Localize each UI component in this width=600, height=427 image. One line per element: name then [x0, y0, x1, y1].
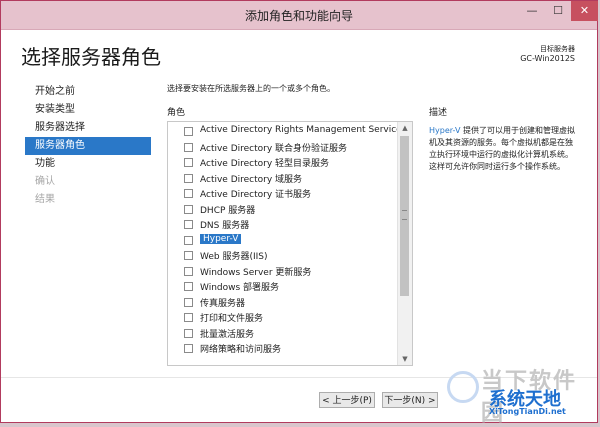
role-label: DHCP 服务器 — [200, 205, 256, 216]
role-row[interactable]: Active Directory Rights Management Servi… — [168, 124, 406, 140]
role-label: Hyper-V — [200, 233, 242, 244]
role-row[interactable]: Windows Server 更新服务 — [168, 264, 397, 280]
role-checkbox[interactable] — [184, 220, 193, 229]
role-checkbox[interactable] — [184, 189, 193, 198]
role-row[interactable]: 打印和文件服务 — [168, 310, 397, 326]
role-checkbox[interactable] — [184, 344, 193, 353]
role-label: 打印和文件服务 — [200, 314, 264, 324]
nav-item-features[interactable]: 功能 — [25, 155, 151, 173]
nav-item-before-you-begin[interactable]: 开始之前 — [25, 83, 151, 101]
role-row[interactable]: 传真服务器 — [168, 295, 397, 311]
role-checkbox[interactable] — [184, 235, 193, 245]
role-checkbox[interactable] — [184, 266, 193, 276]
role-row[interactable]: Active Directory 轻型目录服务 — [168, 155, 397, 171]
wizard-nav: 开始之前 安装类型 服务器选择 服务器角色 功能 确认 结果 — [25, 83, 151, 209]
nav-item-server-roles[interactable]: 服务器角色 — [25, 137, 151, 155]
page-title: 选择服务器角色 — [21, 45, 161, 69]
maximize-button[interactable]: ☐ — [545, 1, 571, 21]
roles-scrollbar[interactable]: ▲ ▼ — [397, 122, 412, 365]
role-checkbox[interactable] — [184, 204, 193, 214]
role-label: Active Directory 域服务 — [200, 174, 303, 185]
role-label: Active Directory 联合身份验证服务 — [200, 143, 348, 154]
role-label: 传真服务器 — [200, 298, 246, 309]
watermark-logo-icon — [447, 371, 479, 403]
scroll-grip-icon — [402, 210, 407, 220]
target-server-label: 目标服务器 — [540, 45, 575, 53]
instruction-text: 选择要安装在所选服务器上的一个或多个角色。 — [167, 84, 335, 93]
role-checkbox[interactable] — [184, 313, 193, 322]
description-role-name: Hyper-V — [429, 126, 461, 135]
nav-item-installation-type[interactable]: 安装类型 — [25, 101, 151, 119]
watermark-text-3: XiTongTianDi.net — [489, 407, 566, 416]
role-label: 网络策略和访问服务 — [200, 345, 282, 355]
role-row[interactable]: 网络策略和访问服务 — [168, 341, 397, 357]
role-label: Windows Server 更新服务 — [200, 267, 312, 278]
close-button[interactable]: ✕ — [571, 1, 598, 21]
role-label: Web 服务器(IIS) — [200, 252, 268, 262]
role-label: Active Directory Rights Management Servi… — [200, 125, 407, 135]
role-row[interactable]: DHCP 服务器 — [168, 202, 397, 218]
role-checkbox[interactable] — [184, 158, 193, 167]
role-row[interactable]: Active Directory 域服务 — [168, 171, 397, 187]
window-title: 添加角色和功能向导 — [244, 9, 353, 23]
target-server-name: GC-Win2012S — [520, 54, 575, 63]
role-label: Active Directory 轻型目录服务 — [200, 159, 330, 169]
role-label: 批量激活服务 — [200, 329, 255, 340]
description-heading: 描述 — [429, 108, 448, 118]
roles-list: Active Directory Rights Management Servi… — [168, 124, 406, 357]
role-checkbox[interactable] — [184, 328, 193, 338]
scroll-up-arrow-icon[interactable]: ▲ — [398, 122, 412, 134]
roles-list-box[interactable]: Active Directory Rights Management Servi… — [167, 121, 413, 366]
role-row[interactable]: 批量激活服务 — [168, 326, 397, 342]
roles-heading: 角色 — [167, 108, 186, 118]
role-checkbox[interactable] — [184, 282, 193, 291]
role-checkbox[interactable] — [184, 297, 193, 307]
previous-button[interactable]: < 上一步(P) — [319, 392, 375, 408]
role-row[interactable]: Windows 部署服务 — [168, 279, 397, 295]
watermark: 当下软件园 系统天地 XiTongTianDi.net — [447, 365, 597, 426]
role-checkbox[interactable] — [184, 142, 193, 152]
minimize-button[interactable]: — — [519, 1, 545, 21]
role-checkbox[interactable] — [184, 251, 193, 260]
nav-item-server-selection[interactable]: 服务器选择 — [25, 119, 151, 137]
description-text: Hyper-V 提供了可以用于创建和管理虚拟机及其资源的服务。每个虚拟机都是在独… — [429, 125, 579, 173]
role-row[interactable]: DNS 服务器 — [168, 217, 397, 233]
nav-item-results: 结果 — [35, 194, 55, 205]
scroll-down-arrow-icon[interactable]: ▼ — [398, 353, 412, 365]
nav-item-confirmation: 确认 — [35, 176, 55, 187]
role-checkbox[interactable] — [184, 173, 193, 183]
wizard-window: 添加角色和功能向导 — ☐ ✕ 选择服务器角色 目标服务器 GC-Win2012… — [0, 0, 598, 426]
role-row[interactable]: Active Directory 联合身份验证服务 — [168, 140, 397, 156]
next-button[interactable]: 下一步(N) > — [382, 392, 438, 408]
scroll-thumb[interactable] — [400, 136, 409, 296]
role-row[interactable]: Active Directory 证书服务 — [168, 186, 397, 202]
role-row[interactable]: Web 服务器(IIS) — [168, 248, 397, 264]
title-bar[interactable]: 添加角色和功能向导 — ☐ ✕ — [1, 1, 598, 30]
role-checkbox[interactable] — [184, 127, 193, 136]
role-label: DNS 服务器 — [200, 221, 250, 231]
role-label: Active Directory 证书服务 — [200, 190, 312, 200]
role-row-hyper-v[interactable]: Hyper-V — [168, 233, 397, 249]
role-label: Windows 部署服务 — [200, 283, 280, 293]
